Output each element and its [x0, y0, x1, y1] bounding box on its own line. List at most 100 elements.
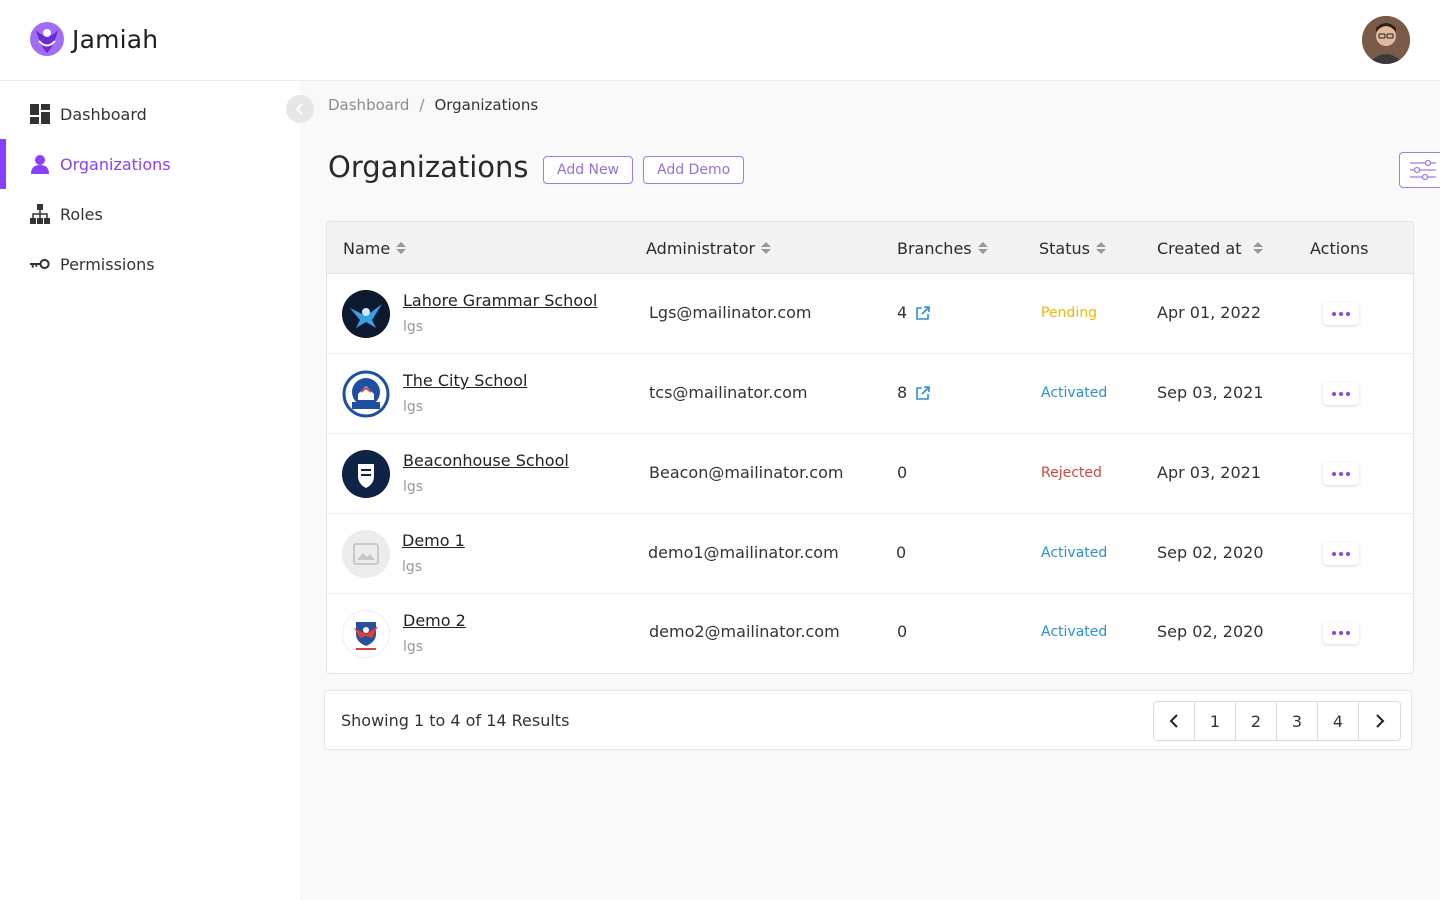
status-badge: Activated	[1041, 545, 1108, 561]
status-badge: Activated	[1041, 624, 1108, 640]
user-avatar[interactable]	[1362, 16, 1410, 64]
created-date: Sep 02, 2020	[1157, 543, 1264, 562]
pagination-page-2[interactable]: 2	[1236, 702, 1277, 740]
admin-email: Beacon@mailinator.com	[649, 463, 844, 482]
org-name-link[interactable]: The City School	[403, 371, 527, 390]
sort-icon	[761, 242, 772, 254]
status-badge: Pending	[1041, 305, 1097, 321]
branches-cell: 8	[897, 383, 931, 402]
row-actions-button[interactable]	[1323, 622, 1359, 644]
branches-cell: 4	[897, 303, 931, 322]
sidebar-item-label: Permissions	[60, 254, 155, 274]
eagle-shield-icon	[354, 622, 378, 650]
branches-count: 0	[896, 543, 907, 562]
chevron-right-icon	[1375, 714, 1384, 728]
sidebar-item-roles[interactable]: Roles	[0, 189, 300, 239]
column-label: Name	[343, 238, 391, 258]
pagination-prev-button[interactable]	[1154, 702, 1195, 740]
org-code: lgs	[402, 559, 423, 575]
brand-logo[interactable]: Jamiah	[28, 20, 158, 58]
branches-count: 4	[897, 303, 908, 322]
org-logo	[342, 290, 390, 338]
org-name-link[interactable]: Demo 1	[402, 531, 465, 550]
column-label: Status	[1039, 238, 1090, 258]
chevron-left-icon	[295, 103, 303, 115]
brand-name: Jamiah	[72, 24, 159, 54]
dashboard-icon	[30, 104, 50, 124]
table-header: Name Administrator Branches Status Creat…	[327, 222, 1413, 274]
breadcrumb-dashboard-link[interactable]: Dashboard	[328, 96, 409, 114]
chevron-left-icon	[1169, 714, 1178, 728]
column-header-administrator[interactable]: Administrator	[646, 222, 772, 274]
eagle-logo-icon	[342, 290, 390, 338]
table-row: Demo 1 lgs demo1@mailinator.com 0 Activa…	[327, 514, 1413, 594]
sidebar: Dashboard Organizations Roles Permission…	[0, 81, 300, 900]
pagination-page-1[interactable]: 1	[1195, 702, 1236, 740]
sort-icon	[1095, 242, 1106, 254]
row-actions-button[interactable]	[1323, 463, 1359, 485]
pagination: 1 2 3 4	[1153, 701, 1401, 741]
more-dots-icon	[1332, 552, 1336, 556]
school-crest-icon	[342, 370, 390, 418]
add-new-button[interactable]: Add New	[543, 156, 634, 184]
table-row: Demo 2 lgs demo2@mailinator.com 0 Activa…	[327, 594, 1413, 673]
row-actions-button[interactable]	[1323, 383, 1359, 405]
filter-button[interactable]	[1399, 152, 1440, 188]
org-logo	[342, 610, 390, 658]
external-link-icon[interactable]	[915, 305, 931, 321]
org-name-link[interactable]: Demo 2	[403, 611, 466, 630]
org-code: lgs	[403, 479, 424, 495]
column-label: Created at	[1157, 238, 1242, 258]
sidebar-item-label: Organizations	[60, 154, 171, 174]
jamiah-logo-icon	[30, 22, 64, 56]
user-icon	[30, 154, 50, 174]
column-header-branches[interactable]: Branches	[897, 222, 988, 274]
org-code: lgs	[403, 639, 424, 655]
breadcrumb-current: Organizations	[434, 96, 539, 114]
org-logo	[342, 530, 390, 578]
breadcrumb: Dashboard / Organizations	[328, 96, 538, 114]
table-row: Beaconhouse School lgs Beacon@mailinator…	[327, 434, 1413, 514]
column-header-created-at[interactable]: Created at	[1157, 222, 1264, 274]
created-date: Sep 02, 2020	[1157, 622, 1264, 641]
row-actions-button[interactable]	[1323, 543, 1359, 565]
org-name-link[interactable]: Lahore Grammar School	[403, 291, 597, 310]
image-placeholder-icon	[353, 543, 379, 565]
sidebar-collapse-button[interactable]	[286, 95, 314, 123]
pagination-page-4[interactable]: 4	[1318, 702, 1359, 740]
sidebar-item-dashboard[interactable]: Dashboard	[0, 89, 300, 139]
shield-crest-icon	[342, 450, 390, 498]
created-date: Sep 03, 2021	[1157, 383, 1264, 402]
column-header-name[interactable]: Name	[343, 222, 407, 274]
column-label: Branches	[897, 238, 972, 258]
sliders-icon	[1410, 159, 1436, 181]
column-header-actions: Actions	[1310, 222, 1368, 274]
hierarchy-icon	[30, 204, 50, 224]
org-name-link[interactable]: Beaconhouse School	[403, 451, 569, 470]
add-demo-button[interactable]: Add Demo	[643, 156, 745, 184]
sort-icon	[1253, 242, 1264, 254]
sidebar-item-permissions[interactable]: Permissions	[0, 239, 300, 289]
branches-cell: 0	[897, 463, 907, 482]
branches-count: 0	[897, 622, 908, 641]
branches-cell: 0	[897, 622, 907, 641]
pagination-page-3[interactable]: 3	[1277, 702, 1318, 740]
admin-email: tcs@mailinator.com	[649, 383, 808, 402]
avatar-photo-icon	[1362, 16, 1410, 64]
sidebar-item-organizations[interactable]: Organizations	[0, 139, 300, 189]
column-header-status[interactable]: Status	[1039, 222, 1106, 274]
external-link-icon[interactable]	[915, 385, 931, 401]
top-bar: Jamiah	[0, 0, 1440, 81]
org-logo	[342, 370, 390, 418]
org-code: lgs	[403, 319, 424, 335]
table-row: Lahore Grammar School lgs Lgs@mailinator…	[327, 274, 1413, 354]
column-label: Administrator	[646, 238, 756, 258]
column-label: Actions	[1310, 238, 1369, 258]
org-code: lgs	[403, 399, 424, 415]
sort-icon	[977, 242, 988, 254]
pagination-next-button[interactable]	[1359, 702, 1400, 740]
row-actions-button[interactable]	[1323, 303, 1359, 325]
admin-email: demo1@mailinator.com	[648, 543, 839, 562]
created-date: Apr 03, 2021	[1157, 463, 1262, 482]
pagination-bar: Showing 1 to 4 of 14 Results 1 2 3 4	[324, 690, 1412, 750]
